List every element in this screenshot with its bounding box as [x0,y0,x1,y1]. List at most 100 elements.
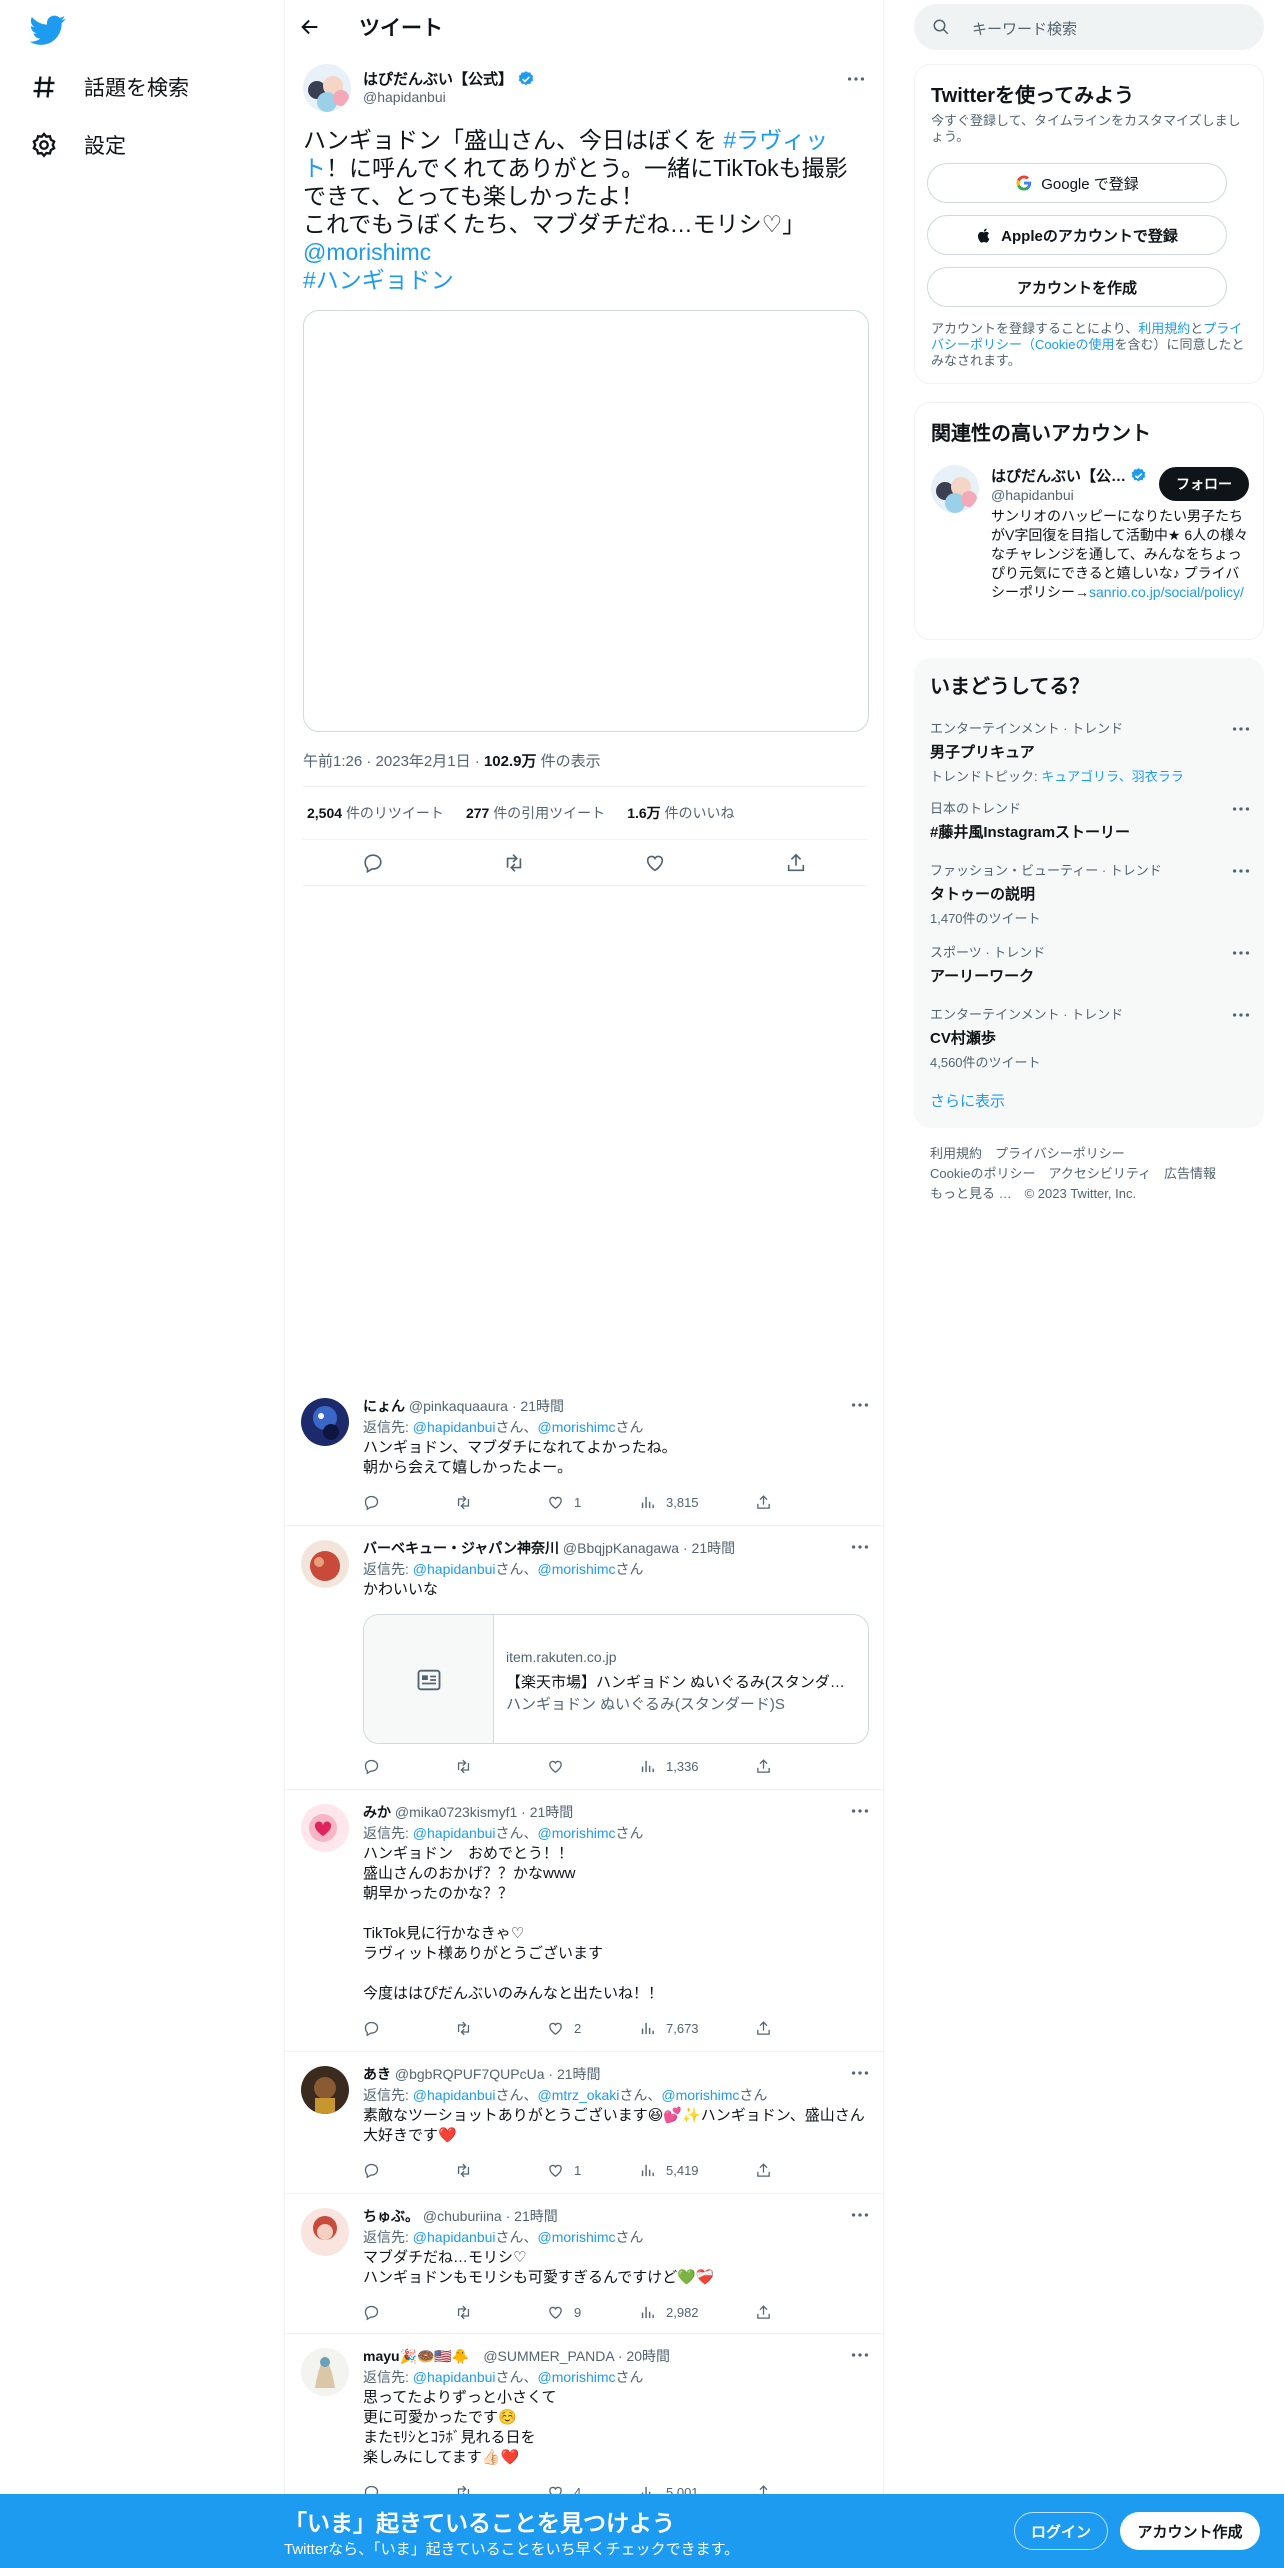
views-button[interactable]: 7,673 [639,2020,699,2037]
tweet-time[interactable]: 午前1:26 [303,753,362,770]
mention-link[interactable]: @morishimc [303,239,431,265]
footer-line[interactable]: Cookieのポリシー アクセシビリティ 広告情報 [930,1164,1250,1184]
mention-link[interactable]: @hapidanbui [413,2369,496,2385]
reply-tweet[interactable]: ちゅぶ。 @chuburiina · 21時間 返信先: @hapidanbui… [285,2194,885,2334]
views-button[interactable]: 3,815 [639,1494,699,1511]
mention-link[interactable]: @hapidanbui [413,1561,496,1577]
reply-tweet[interactable]: mayu🎉🍩🇺🇸🐥 @SUMMER_PANDA · 20時間 返信先: @hap… [285,2334,885,2501]
views-button[interactable]: 1,336 [639,1758,699,1775]
reply-author-name[interactable]: みか [363,1804,391,1820]
nav-explore[interactable]: 話題を検索 [30,72,189,102]
reply-icon[interactable] [363,1758,380,1775]
like-button[interactable]: 9 [547,2304,581,2321]
like-stat[interactable]: 1.6万 件のいいね [627,803,734,823]
more-options-icon[interactable] [849,1536,871,1558]
reply-author-name[interactable]: あき [363,2066,391,2082]
quote-stat[interactable]: 277 件の引用ツイート [466,803,605,823]
avatar[interactable] [303,64,351,112]
reply-time[interactable]: 21時間 [514,2208,558,2224]
mention-link[interactable]: @morishimc [538,2369,616,2385]
reply-author-name[interactable]: バーベキュー・ジャパン神奈川 [363,1540,559,1556]
reply-author-name[interactable]: mayu🎉🍩🇺🇸🐥 [363,2348,469,2364]
like-button[interactable]: 1 [547,1494,581,1511]
retweet-icon[interactable] [455,1494,472,1511]
views-button[interactable]: 5,419 [639,2162,699,2179]
like-icon[interactable] [644,852,666,874]
more-options-icon[interactable] [1230,942,1252,964]
reply-tweet[interactable]: あき @bgbRQPUF7QUPcUa · 21時間 返信先: @hapidan… [285,2052,885,2194]
avatar[interactable] [301,2208,349,2256]
related-account-name[interactable]: はぴだんぶい【公… [991,465,1126,486]
mention-link[interactable]: @hapidanbui [413,1419,496,1435]
tweet-date[interactable]: 2023年2月1日 [376,753,471,770]
login-button[interactable]: ログイン [1014,2512,1108,2550]
more-options-icon[interactable] [849,2204,871,2226]
like-button[interactable]: 2 [547,2020,581,2037]
reply-author-handle[interactable]: @pinkaquaaura [409,1398,508,1414]
share-icon[interactable] [755,1758,772,1775]
retweet-icon[interactable] [455,2162,472,2179]
more-options-icon[interactable] [849,2062,871,2084]
reply-tweet[interactable]: バーベキュー・ジャパン神奈川 @BbqjpKanagawa · 21時間 返信先… [285,1526,885,1790]
mention-link[interactable]: @mtrz_okaki [538,2087,620,2103]
avatar[interactable] [301,1804,349,1852]
views-button[interactable]: 2,982 [639,2304,699,2321]
google-signup-button[interactable]: Google で登録 [927,163,1227,203]
mention-link[interactable]: @morishimc [538,1825,616,1841]
mention-link[interactable]: @hapidanbui [413,1825,496,1841]
avatar[interactable] [931,465,979,513]
twitter-logo-icon[interactable] [30,12,66,48]
more-options-icon[interactable] [845,68,867,90]
mention-link[interactable]: @morishimc [538,1419,616,1435]
share-icon[interactable] [755,1494,772,1511]
trend-item[interactable]: エンターテインメント · トレンド 男子プリキュア トレンドトピック: キュアゴ… [930,718,1250,785]
reply-icon[interactable] [363,2304,380,2321]
reply-author-handle[interactable]: @mika0723kismyf1 [395,1804,517,1820]
reply-icon[interactable] [363,2162,380,2179]
more-options-icon[interactable] [1230,860,1252,882]
create-account-button[interactable]: アカウントを作成 [927,267,1227,307]
follow-button[interactable]: フォロー [1159,467,1249,501]
reply-time[interactable]: 21時間 [692,1540,736,1556]
search-input[interactable]: キーワード検索 [972,18,1077,39]
avatar[interactable] [301,2066,349,2114]
retweet-icon[interactable] [455,2020,472,2037]
nav-settings[interactable]: 設定 [30,130,126,160]
share-icon[interactable] [755,2020,772,2037]
reply-author-handle[interactable]: @SUMMER_PANDA [483,2348,614,2364]
share-icon[interactable] [755,2162,772,2179]
hashtag-link[interactable]: #ハンギョドン [303,267,454,293]
mention-link[interactable]: @hapidanbui [413,2229,496,2245]
terms-link[interactable]: 利用規約 [1138,321,1190,336]
more-options-icon[interactable] [1230,718,1252,740]
footer-line[interactable]: もっと見る … © 2023 Twitter, Inc. [930,1184,1250,1204]
reply-time[interactable]: 21時間 [557,2066,601,2082]
reply-icon[interactable] [362,852,384,874]
trend-item[interactable]: スポーツ · トレンド アーリーワーク [930,942,1250,986]
more-options-icon[interactable] [849,1800,871,1822]
more-options-icon[interactable] [849,2344,871,2366]
apple-signup-button[interactable]: Appleのアカウントで登録 [927,215,1227,255]
reply-author-handle[interactable]: @BbqjpKanagawa [563,1540,679,1556]
tweet-media[interactable] [303,310,869,732]
mention-link[interactable]: @morishimc [538,1561,616,1577]
author-name[interactable]: はぴだんぶい【公式】 [363,68,513,89]
more-options-icon[interactable] [1230,1004,1252,1026]
share-icon[interactable] [785,852,807,874]
trend-item[interactable]: エンターテインメント · トレンド CV村瀬歩 4,560件のツイート [930,1004,1250,1071]
more-options-icon[interactable] [849,1394,871,1416]
reply-icon[interactable] [363,1494,380,1511]
link-card[interactable]: item.rakuten.co.jp 【楽天市場】ハンギョドン ぬいぐるみ(スタ… [363,1614,869,1744]
avatar[interactable] [301,1540,349,1588]
reply-author-name[interactable]: ちゅぶ。 [363,2208,419,2224]
reply-tweet[interactable]: みか @mika0723kismyf1 · 21時間 返信先: @hapidan… [285,1790,885,2052]
signup-button[interactable]: アカウント作成 [1120,2512,1260,2550]
footer-line[interactable]: 利用規約 プライバシーポリシー [930,1144,1250,1164]
retweet-icon[interactable] [503,852,525,874]
reply-time[interactable]: 20時間 [626,2348,670,2364]
reply-tweet[interactable]: にょん @pinkaquaaura · 21時間 返信先: @hapidanbu… [285,1384,885,1526]
mention-link[interactable]: @morishimc [538,2229,616,2245]
search-box[interactable]: キーワード検索 [914,4,1264,50]
reply-time[interactable]: 21時間 [520,1398,564,1414]
trend-topic-links[interactable]: キュアゴリラ、羽衣ララ [1041,769,1183,784]
